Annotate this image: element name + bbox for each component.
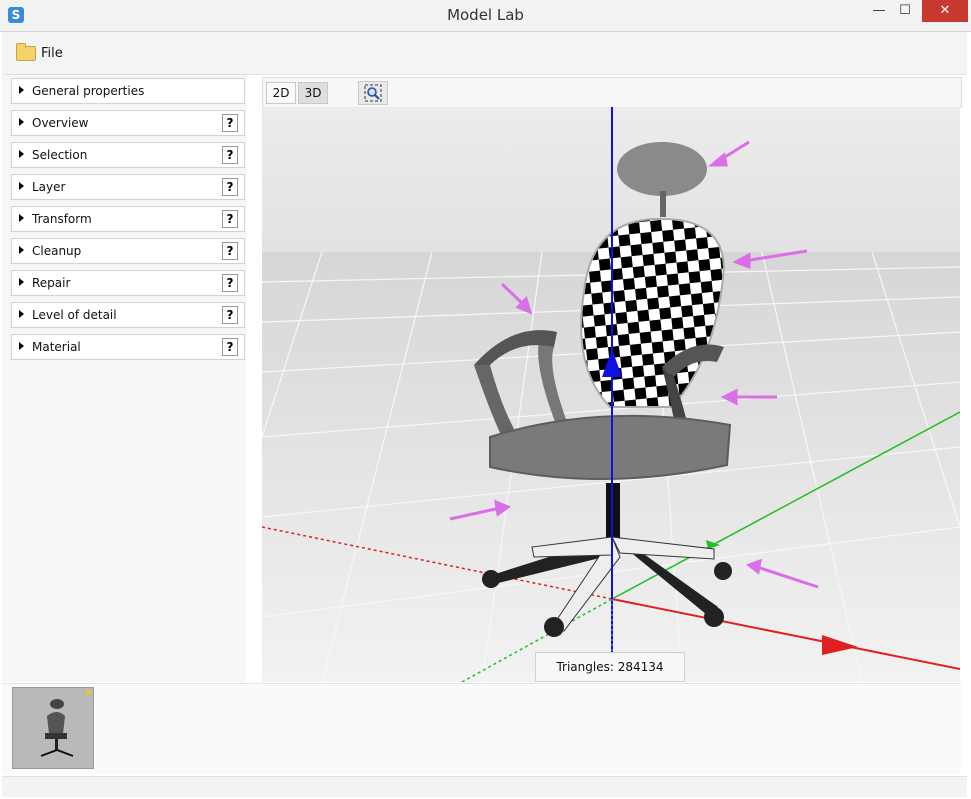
view-2d-button[interactable]: 2D	[266, 82, 296, 104]
panel-label: Repair	[32, 276, 71, 290]
zoom-fit-icon	[364, 84, 382, 102]
minimize-button[interactable]: —	[866, 0, 892, 22]
panel-label: General properties	[32, 84, 145, 98]
help-button[interactable]: ?	[222, 178, 238, 196]
panel-material[interactable]: Material ?	[11, 334, 245, 360]
help-button[interactable]: ?	[222, 242, 238, 260]
close-button[interactable]: ✕	[922, 0, 968, 22]
title-bar: S Model Lab — ☐ ✕	[0, 0, 971, 32]
zoom-fit-button[interactable]	[358, 81, 388, 105]
panel-overview[interactable]: Overview ?	[11, 110, 245, 136]
help-button[interactable]: ?	[222, 274, 238, 292]
panel-selection[interactable]: Selection ?	[11, 142, 245, 168]
expand-arrow-icon	[19, 278, 24, 286]
expand-arrow-icon	[19, 118, 24, 126]
expand-arrow-icon	[19, 246, 24, 254]
panel-repair[interactable]: Repair ?	[11, 270, 245, 296]
help-button[interactable]: ?	[222, 210, 238, 228]
help-button[interactable]: ?	[222, 338, 238, 356]
expand-arrow-icon	[19, 86, 24, 94]
panel-label: Level of detail	[32, 308, 117, 322]
panel-cleanup[interactable]: Cleanup ?	[11, 238, 245, 264]
view-toolbar: 2D 3D	[262, 77, 962, 108]
chair-thumbnail-icon	[40, 699, 74, 757]
panel-level-of-detail[interactable]: Level of detail ?	[11, 302, 245, 328]
help-button[interactable]: ?	[222, 306, 238, 324]
panel-label: Selection	[32, 148, 88, 162]
menu-bar: File	[2, 32, 967, 75]
panel-label: Material	[32, 340, 81, 354]
file-menu-label: File	[41, 45, 63, 61]
properties-sidebar: General properties Overview ? Selection …	[2, 75, 246, 682]
panel-general-properties[interactable]: General properties	[11, 78, 245, 104]
panel-label: Cleanup	[32, 244, 82, 258]
model-tray	[2, 683, 961, 774]
scene-canvas	[262, 107, 960, 682]
expand-arrow-icon	[19, 310, 24, 318]
folder-icon	[16, 42, 36, 61]
panel-label: Transform	[32, 212, 92, 226]
3d-viewport[interactable]: Triangles: 284134	[262, 107, 960, 682]
panel-transform[interactable]: Transform ?	[11, 206, 245, 232]
help-button[interactable]: ?	[222, 114, 238, 132]
application-window: S Model Lab — ☐ ✕ File General propertie…	[0, 0, 971, 799]
panel-label: Layer	[32, 180, 66, 194]
model-thumbnail[interactable]	[12, 687, 94, 769]
triangle-count: Triangles: 284134	[535, 652, 685, 682]
expand-arrow-icon	[19, 150, 24, 158]
panel-label: Overview	[32, 116, 89, 130]
view-3d-button[interactable]: 3D	[298, 82, 328, 104]
expand-arrow-icon	[19, 342, 24, 350]
maximize-button[interactable]: ☐	[892, 0, 918, 22]
expand-arrow-icon	[19, 182, 24, 190]
panel-layer[interactable]: Layer ?	[11, 174, 245, 200]
help-button[interactable]: ?	[222, 146, 238, 164]
file-menu[interactable]: File	[16, 42, 63, 62]
modified-indicator	[86, 690, 91, 695]
expand-arrow-icon	[19, 214, 24, 222]
window-title: Model Lab	[447, 6, 524, 24]
status-bar	[2, 776, 967, 797]
